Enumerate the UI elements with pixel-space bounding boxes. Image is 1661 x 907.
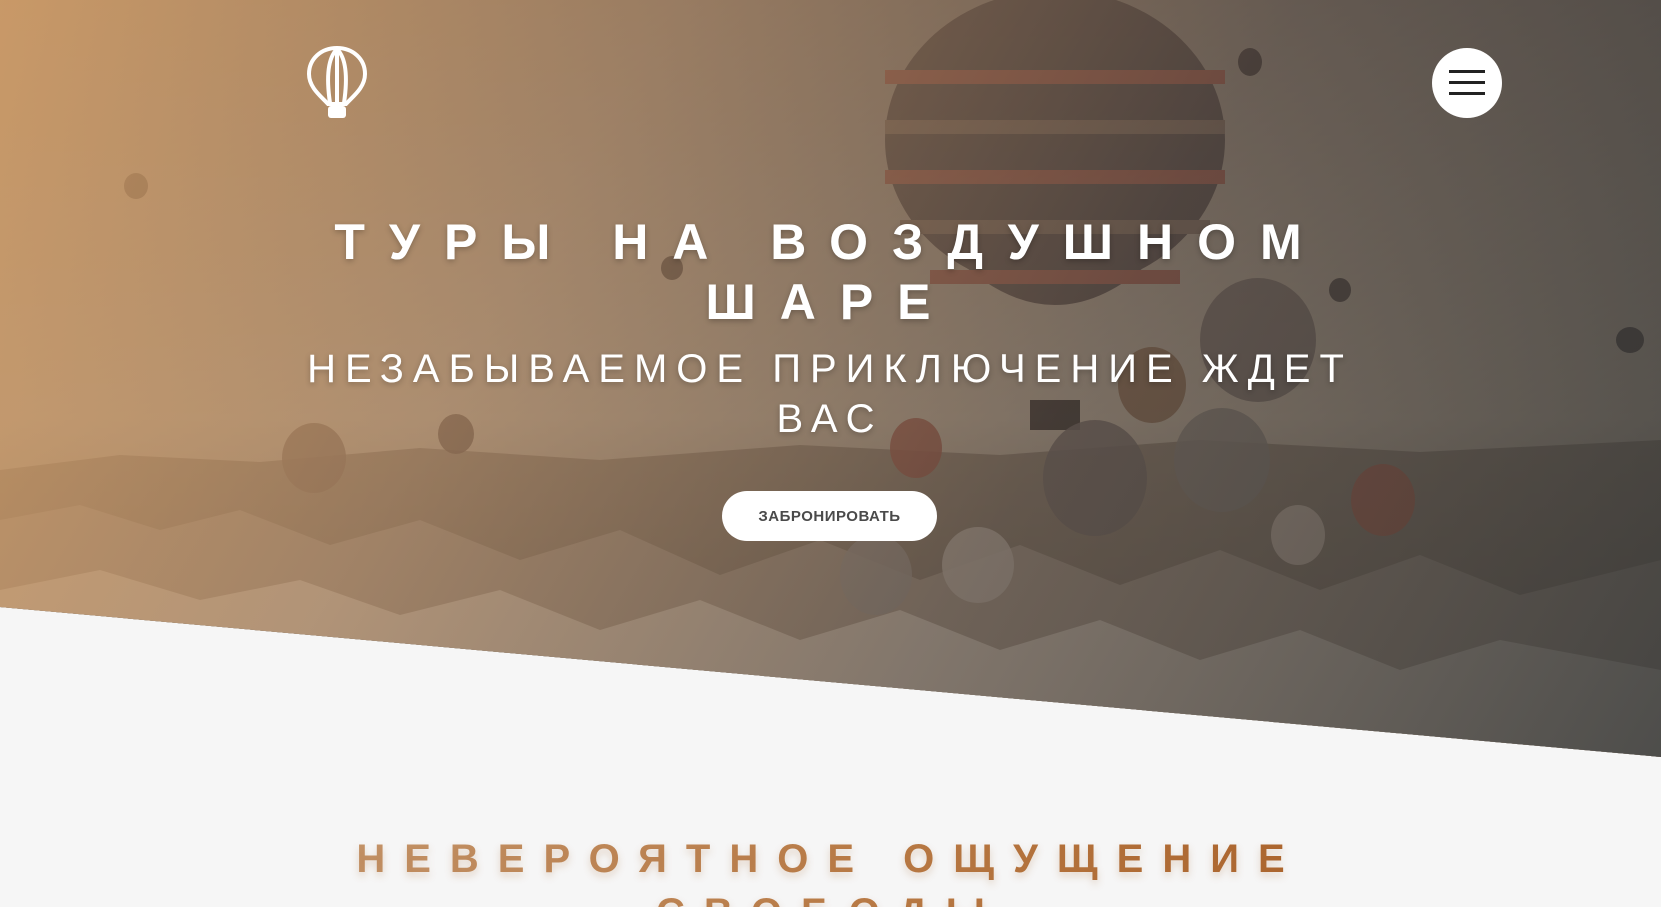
- book-button[interactable]: ЗАБРОНИРОВАТЬ: [722, 491, 937, 541]
- hero-section: ТУРЫ НА ВОЗДУШНОМ ШАРЕ НЕЗАБЫВАЕМОЕ ПРИК…: [0, 0, 1661, 757]
- menu-button[interactable]: [1432, 48, 1502, 118]
- page: ТУРЫ НА ВОЗДУШНОМ ШАРЕ НЕЗАБЫВАЕМОЕ ПРИК…: [0, 0, 1661, 907]
- section-title: НЕВЕРОЯТНОЕ ОЩУЩЕНИЕ СВОБОДЫ: [230, 832, 1430, 907]
- hot-air-balloon-icon[interactable]: [306, 46, 368, 120]
- hero-subtitle: НЕЗАБЫВАЕМОЕ ПРИКЛЮЧЕНИЕ ЖДЕТ ВАС: [307, 347, 1353, 441]
- hamburger-icon: [1449, 70, 1485, 96]
- hero-title: ТУРЫ НА ВОЗДУШНОМ ШАРЕ: [334, 214, 1326, 330]
